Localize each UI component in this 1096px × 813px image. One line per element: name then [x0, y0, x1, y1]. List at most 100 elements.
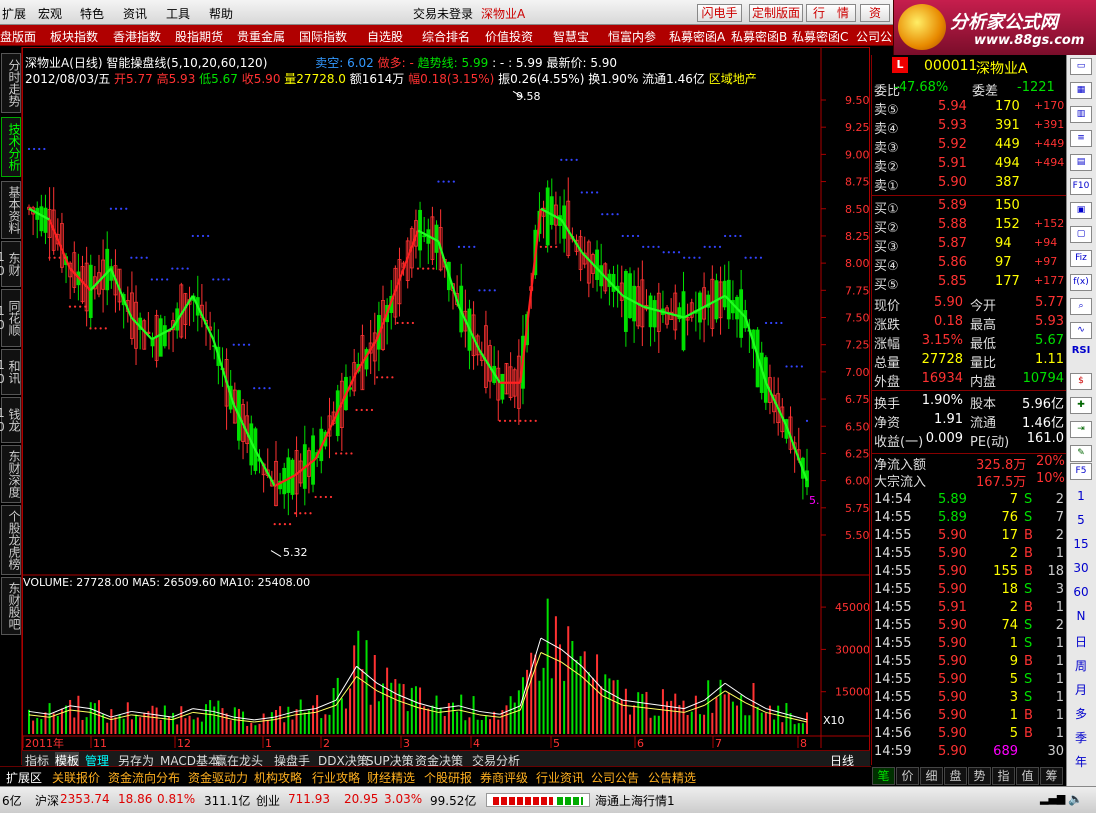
dollar-icon[interactable]: $ — [1070, 373, 1092, 390]
tab-eastmoney-depth[interactable]: 东财深度 — [1, 445, 21, 503]
nav-item-letter-a[interactable]: 私募密函A — [669, 28, 725, 45]
panel-tab[interactable]: 筹 — [1040, 767, 1063, 785]
tick-volume: 9 — [1009, 654, 1018, 669]
nav-item-sector-index[interactable]: 板块指数 — [50, 28, 98, 45]
list-icon[interactable]: ≡ — [1070, 130, 1092, 147]
panel-tab[interactable]: 价 — [896, 767, 919, 785]
stat-label: 今开 — [970, 299, 997, 314]
tab-fundamentals[interactable]: 基本资料 — [1, 181, 21, 239]
nav-item-letter-b[interactable]: 私募密函B — [731, 28, 787, 45]
speaker-icon[interactable]: 🔈 — [1068, 792, 1083, 806]
info-tab-fundflow[interactable]: 资金流向分布 — [108, 769, 180, 786]
chart-icon[interactable]: ▦ — [1070, 82, 1092, 99]
nav-item-letter-c[interactable]: 私募密函C — [792, 28, 848, 45]
nav-item-ranking[interactable]: 综合排名 — [422, 28, 470, 45]
tick-direction: B — [1024, 654, 1033, 669]
custom-layout-button[interactable]: 定制版面 — [749, 4, 803, 22]
f10-icon[interactable]: F10 — [1070, 178, 1092, 195]
stat-label: 收益(一) — [874, 435, 924, 450]
period-button[interactable]: 5 — [1070, 513, 1092, 533]
panel-tab[interactable]: 盘 — [944, 767, 967, 785]
info-tab-extend[interactable]: 扩展区 — [6, 769, 42, 786]
period-button[interactable]: 月 — [1070, 681, 1092, 701]
window-icon[interactable]: ▭ — [1070, 58, 1092, 75]
order-ratio-row: 委比 -47.68% 委差 -1221 — [872, 80, 1066, 99]
nav-item-layout[interactable]: 盘版面 — [0, 28, 36, 45]
tab-intraday[interactable]: 分时走势 — [1, 53, 21, 113]
stop-dot — [764, 321, 768, 325]
candle-icon[interactable]: ▥ — [1070, 106, 1092, 123]
info-tab-industry-news[interactable]: 行业资讯 — [536, 769, 584, 786]
period-button[interactable]: 15 — [1070, 537, 1092, 557]
arrow-icon[interactable]: ✚ — [1070, 397, 1092, 414]
period-button[interactable]: 日 — [1070, 633, 1092, 653]
nav-item-metals[interactable]: 贵重金属 — [237, 28, 285, 45]
price-tick-label: 7.00 — [845, 366, 869, 379]
info-tab-industry[interactable]: 行业攻略 — [312, 769, 360, 786]
nav-item-value[interactable]: 价值投资 — [485, 28, 533, 45]
panel-tab[interactable]: 势 — [968, 767, 991, 785]
kline-chart-svg[interactable]: 9.50 9.25 9.00 8.75 8.50 8.25 8.00 7.75 7.50 7.25… — [23, 48, 869, 750]
tab-technical[interactable]: 技术分析 — [1, 117, 21, 177]
nav-item-hk-index[interactable]: 香港指数 — [113, 28, 161, 45]
info-tab-fund-driver[interactable]: 资金驱动力 — [188, 769, 248, 786]
fiz-icon[interactable]: Fiz — [1070, 250, 1092, 267]
info-tab-announce[interactable]: 公司公告 — [591, 769, 639, 786]
panel-tab[interactable]: 笔 — [872, 767, 895, 785]
period-button[interactable]: 1 — [1070, 489, 1092, 509]
menu-item-news[interactable]: 资讯 — [123, 5, 147, 22]
info-tab-research[interactable]: 个股研报 — [424, 769, 472, 786]
nav-item-hengfu[interactable]: 恒富内参 — [608, 28, 656, 45]
pen-icon[interactable]: ✎ — [1070, 445, 1092, 462]
tab-hexun10[interactable]: 和讯10 — [0, 349, 21, 395]
menu-item-tools[interactable]: 工具 — [166, 5, 190, 22]
info-tab-finance[interactable]: 财经精选 — [367, 769, 415, 786]
info-tab-announce-pick[interactable]: 公告精选 — [648, 769, 696, 786]
tab-dragon-tiger[interactable]: 个股龙虎榜 — [1, 505, 21, 575]
tab-eastmoney10[interactable]: 东财10 — [0, 241, 21, 287]
info-tab-rating[interactable]: 券商评级 — [480, 769, 528, 786]
date-tick-label: 2011年 — [25, 736, 64, 750]
nav-item-zhihui[interactable]: 智慧宝 — [553, 28, 589, 45]
f5-icon[interactable]: F5 — [1070, 463, 1092, 480]
quote-button[interactable]: 行 情 — [806, 4, 856, 22]
panel-tab[interactable]: 细 — [920, 767, 943, 785]
info-tab-institution[interactable]: 机构攻略 — [254, 769, 302, 786]
period-button[interactable]: 30 — [1070, 561, 1092, 581]
menu-item-special[interactable]: 特色 — [80, 5, 104, 22]
fx-icon[interactable]: f(x) — [1070, 274, 1092, 291]
menu-item-macro[interactable]: 宏观 — [38, 5, 62, 22]
stop-dot — [335, 452, 338, 455]
nav-item-watchlist[interactable]: 自选股 — [367, 28, 403, 45]
rsi-icon[interactable]: RSI — [1070, 345, 1092, 365]
period-button[interactable]: N — [1070, 609, 1092, 629]
panel-tab[interactable]: 值 — [1016, 767, 1039, 785]
buy-level-change: +94 — [1034, 236, 1058, 249]
chart-area[interactable]: 深物业A(日线) 智能操盘线(5,10,20,60,120) 卖空: 6.02 … — [22, 47, 870, 765]
info-tab-related[interactable]: 关联报价 — [52, 769, 100, 786]
period-button[interactable]: 年 — [1070, 753, 1092, 773]
wave-icon[interactable]: ∿ — [1070, 322, 1092, 339]
exit-icon[interactable]: ⇥ — [1070, 421, 1092, 438]
tab-eastmoney-bar[interactable]: 东财股吧 — [1, 577, 21, 635]
period-button[interactable]: 多 — [1070, 705, 1092, 725]
info-button[interactable]: 资 — [860, 4, 890, 22]
flash-trade-button[interactable]: 闪电手 — [697, 4, 742, 22]
menu-item-help[interactable]: 帮助 — [209, 5, 233, 22]
period-button[interactable]: 60 — [1070, 585, 1092, 605]
search-icon[interactable]: ⌕ — [1070, 298, 1092, 315]
period-button[interactable]: 季 — [1070, 729, 1092, 749]
panel-tab[interactable]: 指 — [992, 767, 1015, 785]
nav-item-futures[interactable]: 股指期货 — [175, 28, 223, 45]
nav-item-company[interactable]: 公司公 — [856, 28, 892, 45]
tick-time: 14:55 — [874, 636, 912, 651]
nav-item-intl-index[interactable]: 国际指数 — [299, 28, 347, 45]
period-button[interactable]: 周 — [1070, 657, 1092, 677]
menu-item-extend[interactable]: 扩展 — [2, 5, 26, 22]
grid-icon[interactable]: ▣ — [1070, 202, 1092, 219]
tab-qianlong10[interactable]: 钱龙10 — [0, 397, 21, 443]
sell-level-volume: 391 — [995, 118, 1020, 133]
table-icon[interactable]: ▤ — [1070, 154, 1092, 171]
box-icon[interactable]: ▢ — [1070, 226, 1092, 243]
tab-ths10[interactable]: 同花顺10 — [0, 289, 21, 347]
